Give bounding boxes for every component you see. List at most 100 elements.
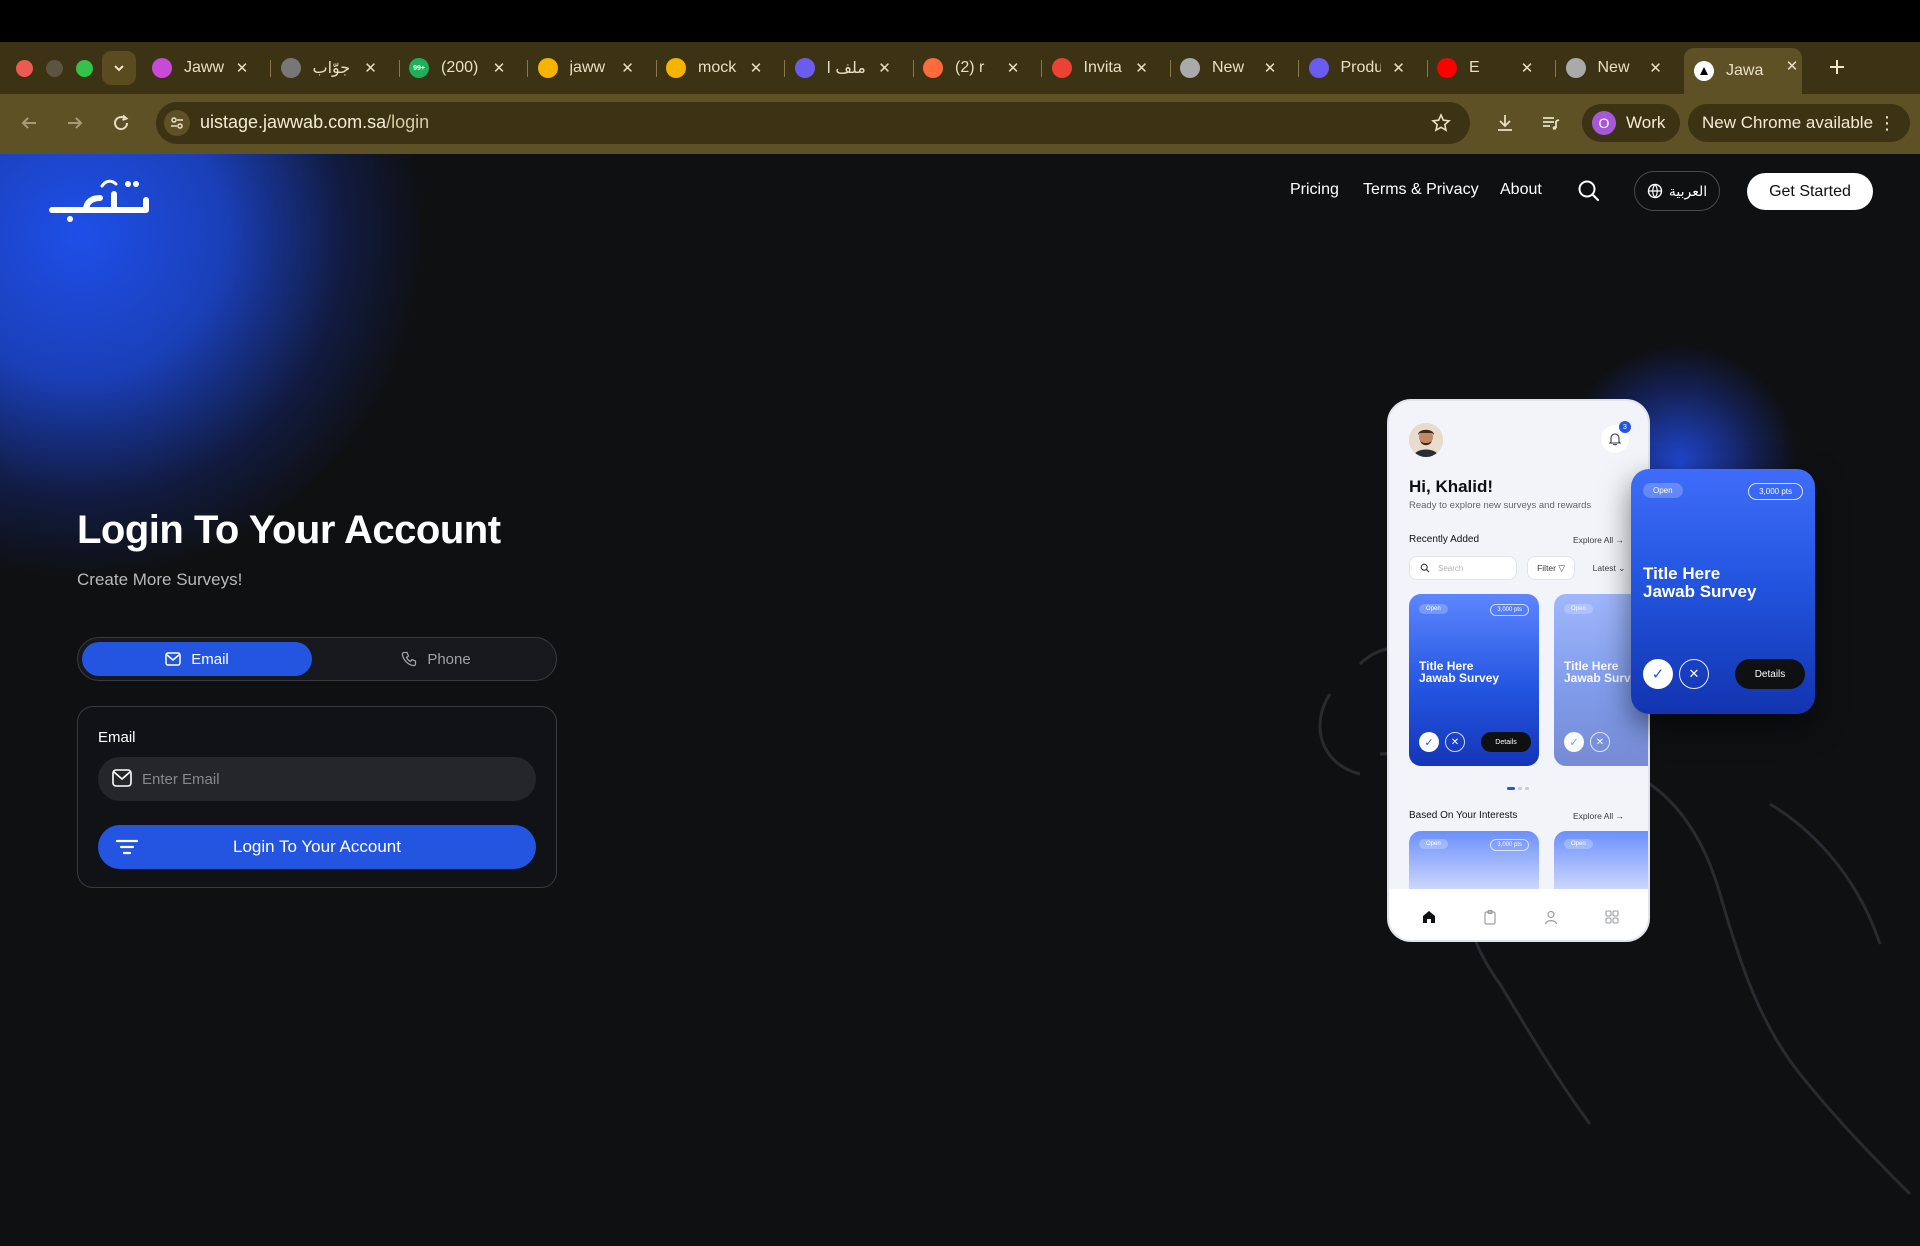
close-tab-icon[interactable]: ✕ <box>489 58 509 78</box>
chrome-icon <box>1565 58 1586 78</box>
chrome-update-button[interactable]: New Chrome available ⋮ <box>1688 104 1910 142</box>
close-tab-icon[interactable]: ✕ <box>1782 56 1802 76</box>
figma-like-icon <box>152 58 172 78</box>
browser-tab[interactable]: E ✕ <box>1437 50 1537 86</box>
tab-title: (2) r <box>955 59 985 76</box>
mockup-filter-button: Filter ▽ <box>1527 556 1575 580</box>
email-method-tab[interactable]: Email <box>82 642 312 676</box>
forward-button[interactable] <box>60 108 90 138</box>
search-icon[interactable] <box>1576 178 1602 204</box>
close-tab-icon[interactable]: ✕ <box>1260 58 1280 78</box>
close-tab-icon[interactable]: ✕ <box>1646 58 1666 78</box>
maximize-window-button[interactable] <box>76 60 93 77</box>
tab-title: jaww <box>569 59 606 76</box>
card-details-button: Details <box>1735 659 1805 689</box>
filter-label: Filter <box>1537 563 1556 573</box>
browser-tab[interactable]: Jawa ✕ <box>1684 48 1802 94</box>
close-tab-icon[interactable]: ✕ <box>1517 58 1537 78</box>
media-controls-icon[interactable] <box>1538 110 1564 136</box>
email-field-label: Email <box>98 729 136 746</box>
tab-title: جوّاب <box>312 60 351 77</box>
google-drive-icon <box>537 58 558 78</box>
close-tab-icon[interactable]: ✕ <box>1003 58 1023 78</box>
card-points-badge: 3,000 pts <box>1490 839 1529 851</box>
close-tab-icon[interactable]: ✕ <box>618 58 638 78</box>
avatar: O <box>1592 111 1616 135</box>
url-text[interactable]: uistage.jawwab.com.sa/login <box>200 112 429 133</box>
check-icon: ✓ <box>1564 732 1584 752</box>
notification-bell-icon: 3 <box>1601 421 1631 453</box>
bookmark-star-icon[interactable] <box>1428 110 1454 136</box>
tab-separator <box>1041 60 1042 77</box>
back-button[interactable] <box>14 108 44 138</box>
carousel-indicator <box>1507 787 1529 790</box>
close-tab-icon[interactable]: ✕ <box>1389 58 1409 78</box>
more-vert-icon[interactable]: ⋮ <box>1878 113 1896 133</box>
browser-tab[interactable]: Invita ✕ <box>1051 50 1152 86</box>
site-settings-icon[interactable] <box>164 110 190 136</box>
browser-tab[interactable]: New ✕ <box>1565 50 1666 86</box>
explore-all-label: Explore All <box>1573 535 1614 545</box>
close-tab-icon[interactable]: ✕ <box>1132 58 1152 78</box>
latest-label: Latest <box>1592 563 1616 573</box>
browser-tab[interactable]: جوّاب ✕ <box>280 50 381 86</box>
rocket-icon <box>923 58 943 78</box>
nav-pricing-link[interactable]: Pricing <box>1290 181 1339 199</box>
browser-tab[interactable]: (2) r ✕ <box>923 50 1023 86</box>
email-placeholder: Enter Email <box>142 770 220 788</box>
shield-app-icon <box>1308 58 1329 78</box>
explore-all-label: Explore All <box>1573 811 1614 821</box>
login-submit-button[interactable]: Login To Your Account <box>98 825 536 869</box>
browser-tab[interactable]: mock ✕ <box>666 50 766 86</box>
get-started-button[interactable]: Get Started <box>1747 173 1873 210</box>
explore-all-link: Explore All → <box>1573 535 1624 545</box>
phone-icon <box>402 651 417 667</box>
tab-title: New <box>1597 59 1630 76</box>
browser-tab[interactable]: jaww ✕ <box>537 50 638 86</box>
close-tab-icon[interactable]: ✕ <box>746 58 766 78</box>
minimize-window-button[interactable] <box>46 60 63 77</box>
browser-tab[interactable]: New ✕ <box>1180 50 1280 86</box>
login-submit-label: Login To Your Account <box>233 837 401 856</box>
interests-title: Based On Your Interests <box>1409 810 1518 821</box>
jawwab-logo[interactable] <box>46 172 156 224</box>
tab-title: ملف ا <box>826 60 866 77</box>
close-tab-icon[interactable]: ✕ <box>232 58 252 78</box>
mockup-search-input: Search <box>1409 556 1517 580</box>
phone-method-label: Phone <box>427 650 471 668</box>
card-title-line1: Title Here <box>1643 564 1721 583</box>
nav-terms-link[interactable]: Terms & Privacy <box>1363 181 1479 199</box>
card-points-badge: 3,000 pts <box>1490 604 1529 616</box>
browser-tab[interactable]: Produ ✕ <box>1308 50 1409 86</box>
browser-tab[interactable]: 99+ (200) ✕ <box>409 50 509 86</box>
nav-about-link[interactable]: About <box>1500 181 1542 199</box>
card-status-badge: Open <box>1643 483 1683 498</box>
card-details-button: Details <box>1481 732 1531 752</box>
profile-chip[interactable]: O Work <box>1582 104 1680 142</box>
clipboard-icon <box>1484 909 1496 925</box>
download-icon[interactable] <box>1492 110 1518 136</box>
close-window-button[interactable] <box>16 60 33 77</box>
reload-button[interactable] <box>106 108 136 138</box>
url-path: /login <box>386 112 430 132</box>
tab-title: mock <box>698 59 737 76</box>
browser-tab[interactable]: Jaww ✕ <box>152 50 252 86</box>
language-switch-button[interactable]: العربية <box>1634 171 1720 211</box>
close-icon: ✕ <box>1679 659 1709 689</box>
card-points-badge: 3,000 pts <box>1748 483 1803 500</box>
search-icon <box>1420 563 1430 573</box>
mail-icon <box>165 652 181 666</box>
tab-title: (200) <box>441 59 479 76</box>
phone-method-tab[interactable]: Phone <box>318 642 554 676</box>
tab-search-button[interactable] <box>102 51 136 85</box>
close-tab-icon[interactable]: ✕ <box>875 58 895 78</box>
tab-separator <box>1555 60 1556 77</box>
web-page: Pricing Terms & Privacy About العربية Ge… <box>0 154 1920 1246</box>
whatsapp-icon: 99+ <box>409 58 429 78</box>
arrow-right-icon <box>68 117 83 129</box>
email-field[interactable]: Enter Email <box>98 757 536 801</box>
new-tab-button[interactable] <box>1822 52 1852 82</box>
browser-tab[interactable]: ملف ا ✕ <box>794 50 895 86</box>
close-tab-icon[interactable]: ✕ <box>361 58 381 78</box>
user-icon <box>1544 910 1557 924</box>
